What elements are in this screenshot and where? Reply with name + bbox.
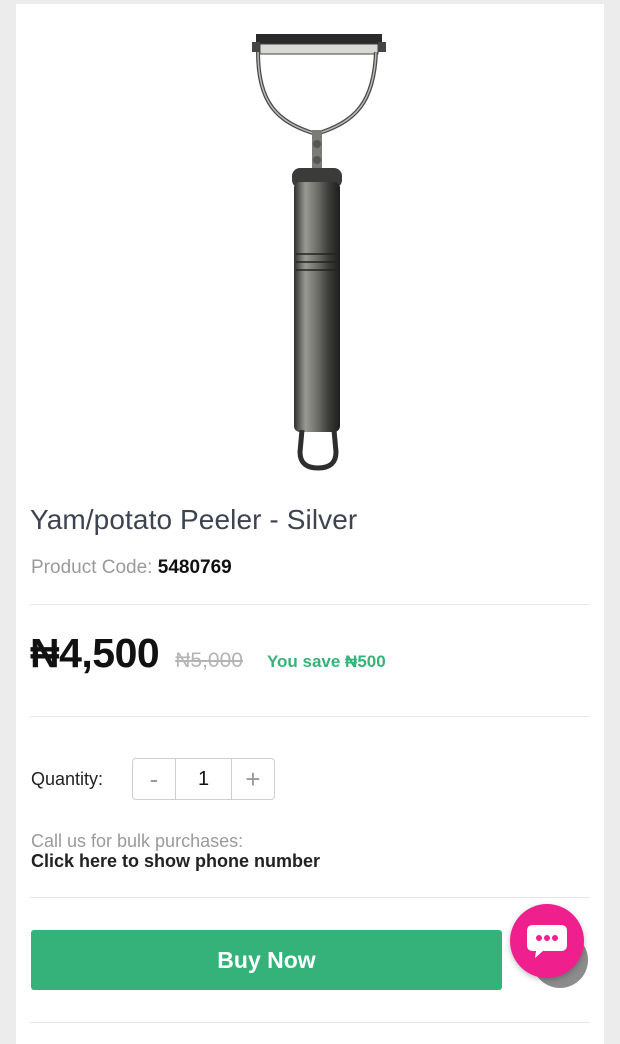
quantity-stepper: - 1 + xyxy=(132,758,275,800)
savings-text: You save ₦500 xyxy=(266,652,386,671)
buy-now-button[interactable]: Buy Now xyxy=(31,930,502,990)
show-phone-link[interactable]: Click here to show phone number xyxy=(31,851,320,871)
product-code: Product Code: 5480769 xyxy=(31,557,232,579)
divider xyxy=(30,716,590,717)
product-title: Yam/potato Peeler - Silver xyxy=(30,504,358,535)
bulk-purchase-prompt: Call us for bulk purchases: xyxy=(31,831,244,851)
chat-bubble-icon xyxy=(527,925,567,958)
quantity-input[interactable]: 1 xyxy=(175,759,232,799)
divider xyxy=(30,1022,590,1023)
chat-button[interactable] xyxy=(510,904,584,978)
product-code-value: 5480769 xyxy=(157,557,232,578)
bulk-purchase-info: Call us for bulk purchases: Click here t… xyxy=(31,831,320,871)
product-card: Yam/potato Peeler - Silver Product Code:… xyxy=(16,4,604,1044)
divider xyxy=(30,897,590,898)
old-price: ₦5,000 xyxy=(175,649,243,672)
quantity-label: Quantity: xyxy=(31,769,104,789)
quantity-increase-button[interactable]: + xyxy=(232,759,274,799)
price-row: ₦4,500 ₦5,000 You save ₦500 xyxy=(30,630,386,677)
product-code-label: Product Code: xyxy=(31,557,153,578)
product-image[interactable] xyxy=(216,22,416,484)
quantity-decrease-button[interactable]: - xyxy=(133,759,175,799)
divider xyxy=(30,604,590,605)
current-price: ₦4,500 xyxy=(30,630,160,676)
